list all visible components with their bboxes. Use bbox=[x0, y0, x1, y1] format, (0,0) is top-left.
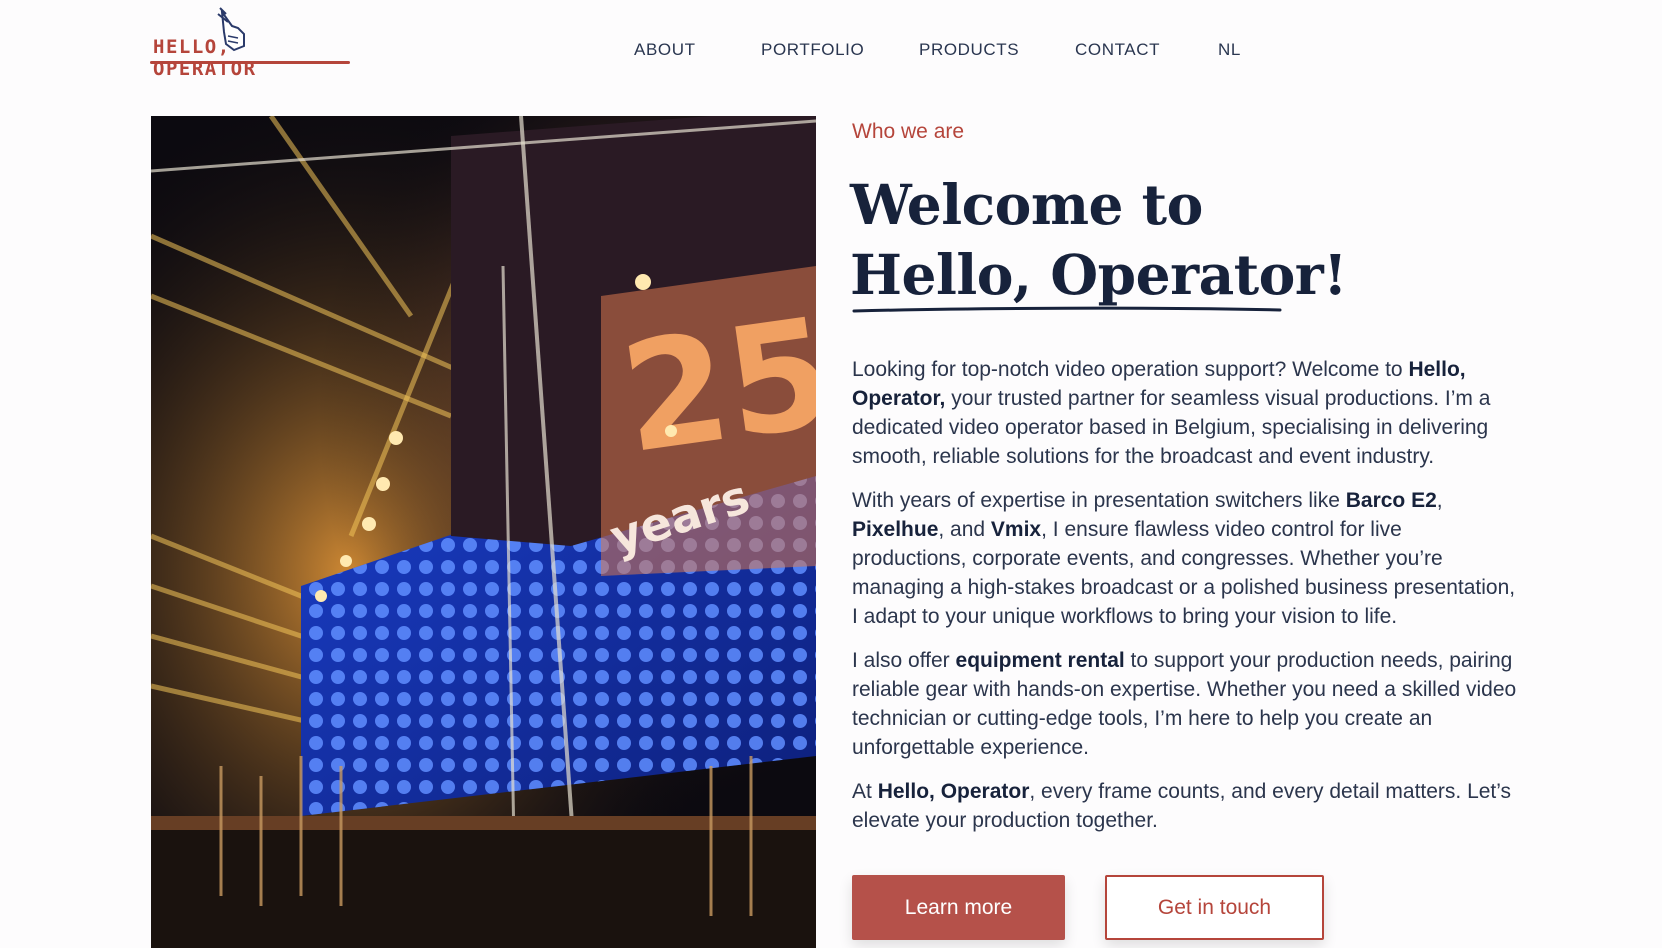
learn-more-button[interactable]: Learn more bbox=[852, 875, 1065, 940]
about-paragraph-3: I also offer equipment rental to support… bbox=[852, 649, 1517, 759]
heading-underline-swash bbox=[852, 306, 1282, 313]
emphasis-text: Hello, Operator bbox=[877, 780, 1030, 803]
hero-overlay-number: 25 bbox=[612, 286, 816, 487]
emphasis-text: Barco E2 bbox=[1345, 489, 1437, 512]
page: HELLO,OPERATOR ABOUT PORTFOLIO PRODUCTS … bbox=[0, 0, 1662, 948]
about-paragraph-2: With years of expertise in presentation … bbox=[852, 489, 1516, 628]
emphasis-text: Hello, Operator, bbox=[852, 358, 1466, 410]
main-nav: ABOUT PORTFOLIO PRODUCTS CONTACT NL bbox=[0, 40, 1662, 70]
get-in-touch-button[interactable]: Get in touch bbox=[1105, 875, 1324, 940]
nav-item-portfolio[interactable]: PORTFOLIO bbox=[761, 40, 864, 60]
hero-concert-image: 25 years bbox=[151, 116, 816, 948]
nav-item-products[interactable]: PRODUCTS bbox=[919, 40, 1019, 60]
nav-item-about[interactable]: ABOUT bbox=[634, 40, 696, 60]
emphasis-text: Pixelhue bbox=[852, 518, 939, 541]
emphasis-text: Vmix bbox=[990, 518, 1042, 541]
section-eyebrow: Who we are bbox=[852, 120, 965, 143]
about-body-copy: Looking for top-notch video operation su… bbox=[852, 355, 1522, 850]
page-heading: Welcome to Hello, Operator! bbox=[850, 170, 1450, 310]
nav-item-contact[interactable]: CONTACT bbox=[1075, 40, 1160, 60]
emphasis-text: equipment rental bbox=[955, 649, 1125, 672]
nav-item-language-nl[interactable]: NL bbox=[1218, 40, 1241, 60]
concert-stage-illustration: 25 years bbox=[151, 116, 816, 948]
about-paragraph-4: At Hello, Operator, every frame counts, … bbox=[852, 780, 1512, 832]
about-paragraph-1: Looking for top-notch video operation su… bbox=[852, 358, 1491, 468]
heading-line-1: Welcome to bbox=[850, 172, 1203, 237]
heading-line-2: Hello, Operator! bbox=[850, 242, 1347, 307]
